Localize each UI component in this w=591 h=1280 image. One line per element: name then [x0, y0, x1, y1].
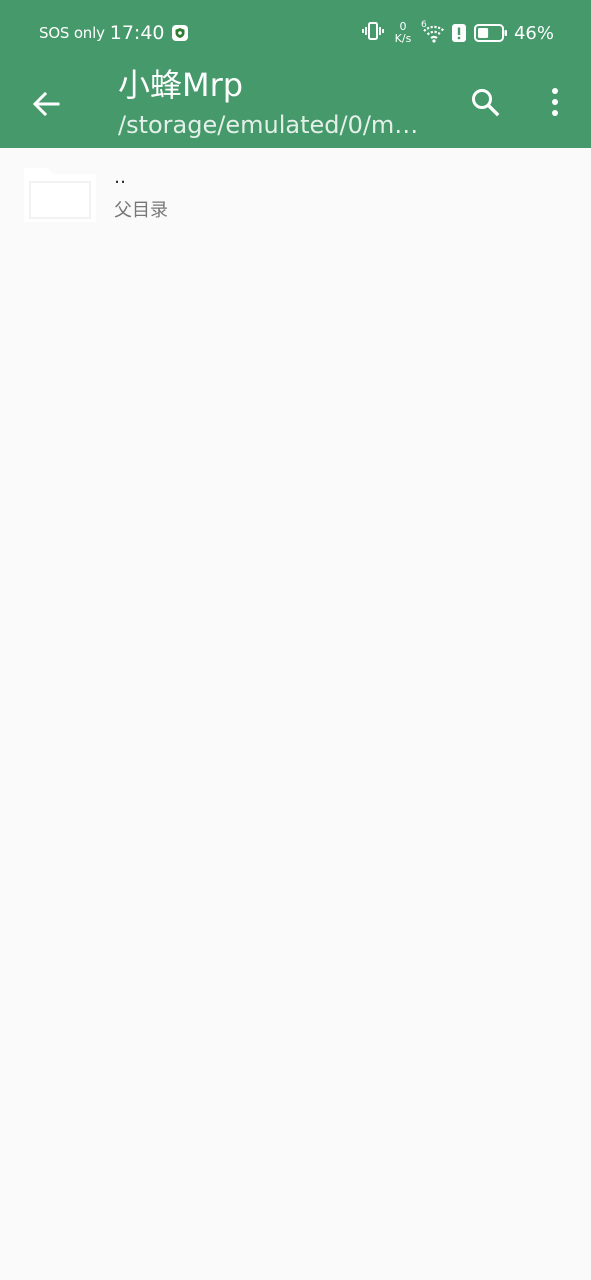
- status-bar-right: 0 K/s 6 46%: [362, 18, 554, 48]
- search-icon: [470, 87, 500, 117]
- list-item-name: ..: [114, 166, 127, 188]
- app-title: 小蜂Mrp: [118, 66, 244, 104]
- toolbar: 小蜂Mrp /storage/emulated/0/m…: [0, 62, 591, 148]
- back-arrow-icon: [31, 89, 61, 119]
- carrier-text: SOS only: [39, 24, 105, 42]
- battery-percent: 46%: [513, 22, 554, 44]
- file-list: .. 父目录: [0, 148, 591, 240]
- list-item-description: 父目录: [114, 200, 168, 221]
- status-bar: SOS only 17:40 0 K/s 6 46%: [0, 0, 591, 66]
- vpn-shield-icon: [171, 25, 188, 41]
- alert-icon: [451, 24, 466, 42]
- current-path: /storage/emulated/0/m…: [118, 111, 419, 139]
- status-bar-left: SOS only 17:40: [39, 19, 188, 47]
- vibrate-icon: [362, 21, 384, 45]
- wifi-label: 6: [420, 20, 427, 30]
- clock: 17:40: [109, 22, 165, 44]
- list-item-parent-directory[interactable]: .. 父目录: [0, 148, 591, 240]
- net-speed: 0 K/s: [391, 21, 415, 45]
- back-button[interactable]: [26, 84, 66, 124]
- net-speed-unit: K/s: [394, 32, 412, 45]
- search-button[interactable]: [465, 82, 505, 122]
- app-header: SOS only 17:40 0 K/s 6 46% 小蜂Mrp /storag…: [0, 0, 591, 148]
- more-options-button[interactable]: [537, 82, 573, 122]
- more-vert-icon: [551, 87, 559, 117]
- wifi-icon: 6: [420, 20, 447, 44]
- battery-icon: [473, 24, 508, 42]
- folder-icon: [22, 164, 98, 224]
